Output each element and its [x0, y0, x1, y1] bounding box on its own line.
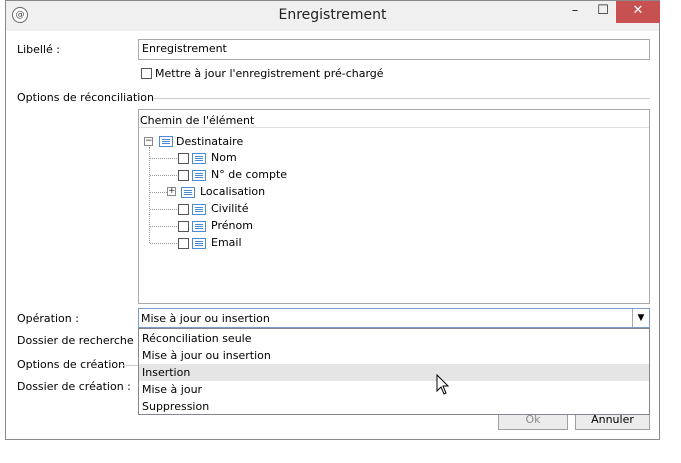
minimize-button[interactable]: –: [562, 1, 588, 23]
operation-selected-value: Mise à jour ou insertion: [141, 312, 270, 325]
tree-item-civilite[interactable]: Civilité: [211, 202, 249, 215]
section-separator: [153, 98, 650, 99]
tree-item-checkbox[interactable]: [178, 238, 189, 249]
tree-item-checkbox[interactable]: [178, 204, 189, 215]
label-field-input[interactable]: Enregistrement: [138, 39, 650, 60]
preload-checkbox[interactable]: [141, 68, 152, 79]
list-icon: [192, 238, 206, 249]
dropdown-option-highlighted[interactable]: Insertion: [139, 364, 649, 381]
tree-item-checkbox[interactable]: [178, 221, 189, 232]
tree-guide-line: [150, 192, 167, 193]
dropdown-option[interactable]: Mise à jour ou insertion: [139, 347, 649, 364]
dropdown-option[interactable]: Suppression: [139, 398, 649, 415]
element-path-tree[interactable]: Chemin de l'élément − Destinataire Nom N…: [138, 109, 650, 304]
tree-guide-line: [150, 175, 177, 176]
tree-item-nom[interactable]: Nom: [211, 151, 237, 164]
list-icon: [192, 153, 206, 164]
list-icon: [192, 221, 206, 232]
close-button[interactable]: ✕: [616, 1, 660, 23]
tree-item-account-number[interactable]: N° de compte: [211, 168, 287, 181]
list-icon: [192, 204, 206, 215]
tree-guide-line: [150, 226, 177, 227]
mouse-cursor-icon: [436, 374, 450, 395]
tree-guide-line: [149, 147, 150, 243]
tree-item-prenom[interactable]: Prénom: [211, 219, 253, 232]
creation-folder-label: Dossier de création :: [17, 380, 131, 393]
list-icon: [181, 187, 195, 198]
tree-item-localisation[interactable]: Localisation: [200, 185, 265, 198]
collapse-icon[interactable]: −: [144, 137, 153, 146]
search-folder-label: Dossier de recherche :: [17, 334, 141, 347]
tree-root-label[interactable]: Destinataire: [176, 135, 243, 148]
list-icon: [159, 136, 173, 147]
tree-item-checkbox[interactable]: [178, 153, 189, 164]
operation-dropdown-list[interactable]: Réconciliation seule Mise à jour ou inse…: [138, 328, 650, 415]
reconciliation-section-title: Options de réconciliation: [17, 91, 155, 104]
list-icon: [192, 170, 206, 181]
operation-label: Opération :: [17, 312, 79, 325]
dropdown-option[interactable]: Mise à jour: [139, 381, 649, 398]
tree-header: Chemin de l'élément: [139, 110, 649, 128]
preload-checkbox-label: Mettre à jour l'enregistrement pré-charg…: [155, 67, 384, 80]
tree-guide-line: [150, 243, 177, 244]
label-field-label: Libellé :: [17, 43, 61, 56]
operation-select[interactable]: Mise à jour ou insertion ▼: [138, 308, 650, 328]
tree-guide-line: [150, 158, 177, 159]
chevron-down-icon[interactable]: ▼: [632, 309, 649, 327]
tree-item-checkbox[interactable]: [178, 170, 189, 181]
section-separator: [123, 365, 138, 366]
title-bar: @ Enregistrement – ☐ ✕: [6, 1, 660, 31]
tree-guide-line: [150, 209, 177, 210]
tree-item-email[interactable]: Email: [211, 236, 242, 249]
dialog-window: @ Enregistrement – ☐ ✕ Libellé : Enregis…: [5, 0, 660, 440]
dropdown-option[interactable]: Réconciliation seule: [139, 330, 649, 347]
maximize-button[interactable]: ☐: [590, 1, 616, 23]
expand-icon[interactable]: +: [167, 187, 176, 196]
creation-options-title: Options de création: [17, 358, 126, 371]
